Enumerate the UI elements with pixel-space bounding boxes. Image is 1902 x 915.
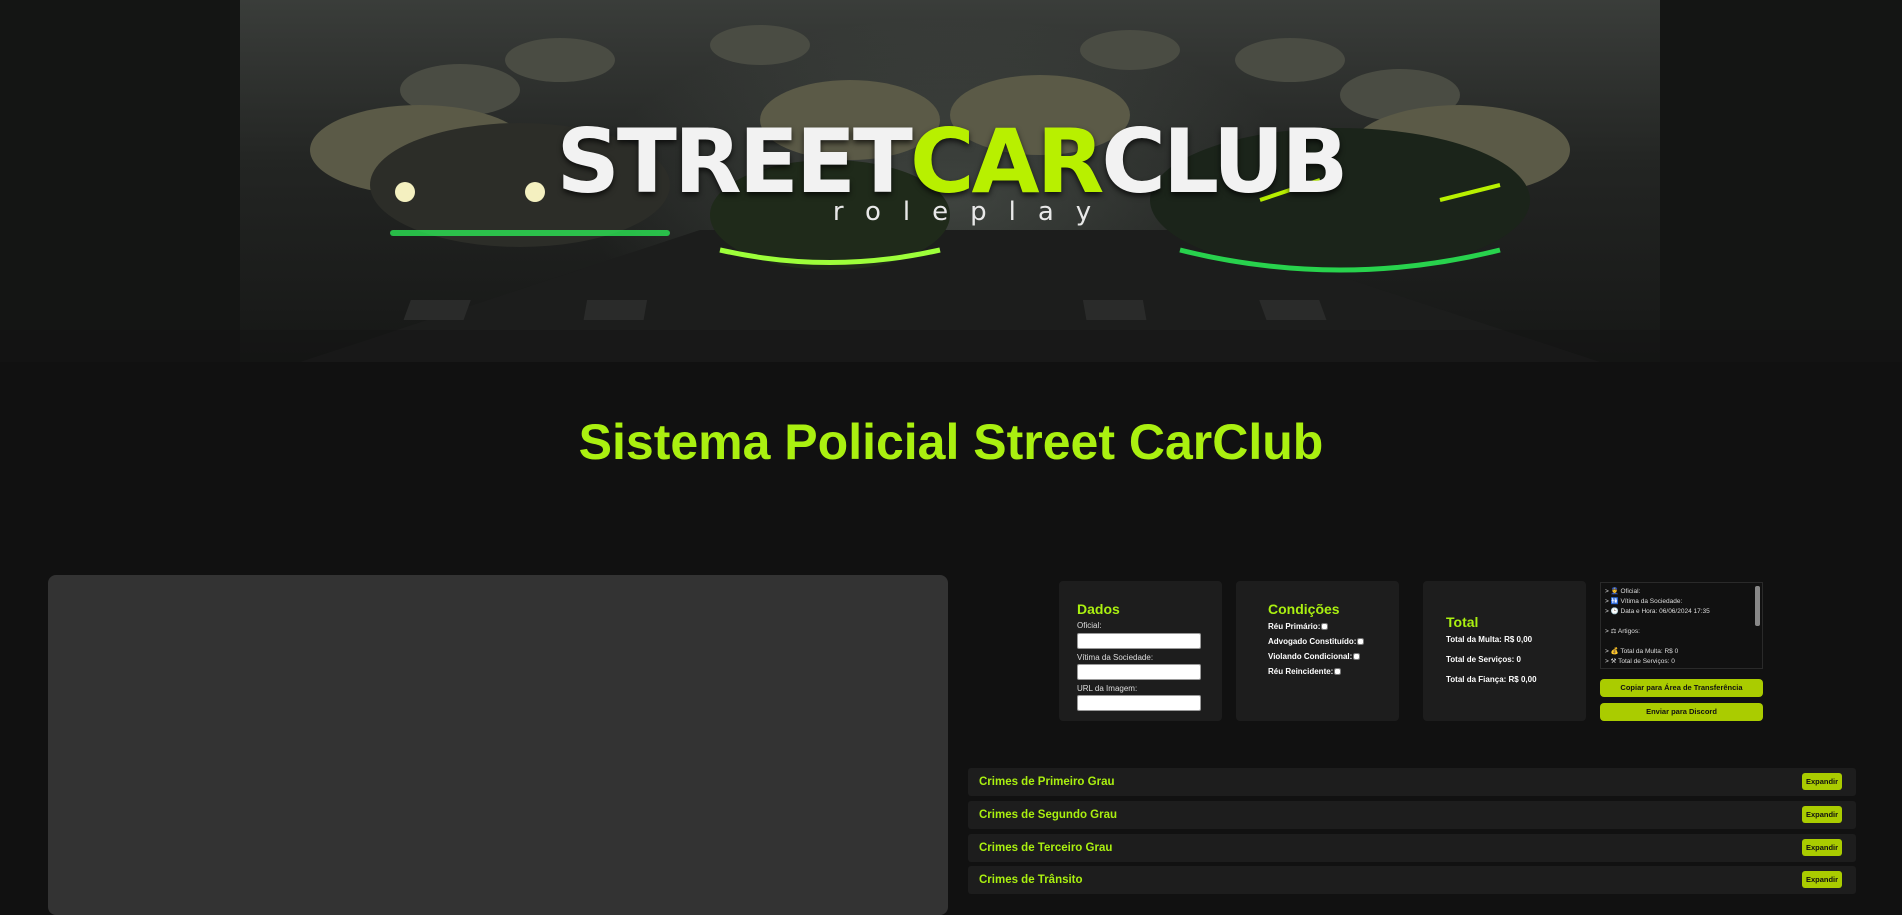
copy-to-clipboard-button[interactable]: Copiar para Área de Transferência (1600, 679, 1763, 697)
oficial-label: Oficial: (1077, 621, 1102, 630)
crime-category-row[interactable]: Crimes de Trânsito Expandir (968, 866, 1856, 894)
crime-category-label: Crimes de Terceiro Grau (979, 842, 1113, 854)
dados-title: Dados (1077, 601, 1120, 617)
advogado-label: Advogado Constituído: (1268, 637, 1357, 646)
reincidente-checkbox[interactable] (1334, 668, 1342, 675)
report-output[interactable]: > 👮 Oficial: > 🚻 Vítima da Sociedade: > … (1600, 582, 1763, 669)
vitima-label: Vítima da Sociedade: (1077, 653, 1154, 662)
total-title: Total (1446, 614, 1479, 630)
condicional-label: Violando Condicional: (1268, 652, 1353, 661)
image-preview-panel (48, 575, 948, 915)
report-output-text: > 👮 Oficial: > 🚻 Vítima da Sociedade: > … (1605, 588, 1710, 665)
condicoes-card: Condições Réu Primário: Advogado Constit… (1236, 581, 1399, 721)
expand-button[interactable]: Expandir (1802, 773, 1842, 790)
expand-button[interactable]: Expandir (1802, 871, 1842, 888)
dados-card: Dados Oficial: Vítima da Sociedade: URL … (1059, 581, 1222, 721)
crime-category-row[interactable]: Crimes de Terceiro Grau Expandir (968, 834, 1856, 862)
oficial-input[interactable] (1077, 633, 1201, 649)
brand-logo: STREETCARCLUB (0, 118, 1902, 206)
url-label: URL da Imagem: (1077, 684, 1138, 693)
total-servicos: Total de Serviços: 0 (1446, 655, 1521, 664)
vitima-input[interactable] (1077, 664, 1201, 680)
reu-primario-option[interactable]: Réu Primário: (1268, 622, 1329, 631)
advogado-checkbox[interactable] (1357, 638, 1365, 645)
crime-category-row[interactable]: Crimes de Primeiro Grau Expandir (968, 768, 1856, 796)
reu-primario-checkbox[interactable] (1321, 623, 1329, 630)
expand-button[interactable]: Expandir (1802, 839, 1842, 856)
total-multa: Total da Multa: R$ 0,00 (1446, 635, 1533, 644)
crime-category-label: Crimes de Trânsito (979, 874, 1083, 886)
send-to-discord-button[interactable]: Enviar para Discord (1600, 703, 1763, 721)
total-card: Total Total da Multa: R$ 0,00 Total de S… (1423, 581, 1586, 721)
reincidente-option[interactable]: Réu Reincidente: (1268, 667, 1342, 676)
total-fianca: Total da Fiança: R$ 0,00 (1446, 675, 1537, 684)
advogado-option[interactable]: Advogado Constituído: (1268, 637, 1365, 646)
output-scrollbar[interactable] (1755, 586, 1760, 626)
reincidente-label: Réu Reincidente: (1268, 667, 1334, 676)
expand-button[interactable]: Expandir (1802, 806, 1842, 823)
crime-category-label: Crimes de Segundo Grau (979, 809, 1118, 821)
condicional-checkbox[interactable] (1353, 653, 1361, 660)
hero-banner: STREETCARCLUB roleplay (0, 0, 1902, 362)
logo-subtitle: roleplay (832, 197, 1114, 227)
condicoes-title: Condições (1268, 601, 1340, 617)
page-title: Sistema Policial Street CarClub (578, 414, 1324, 470)
url-input[interactable] (1077, 695, 1201, 711)
crime-category-row[interactable]: Crimes de Segundo Grau Expandir (968, 801, 1856, 829)
reu-primario-label: Réu Primário: (1268, 622, 1321, 631)
crime-category-label: Crimes de Primeiro Grau (979, 776, 1115, 788)
condicional-option[interactable]: Violando Condicional: (1268, 652, 1361, 661)
